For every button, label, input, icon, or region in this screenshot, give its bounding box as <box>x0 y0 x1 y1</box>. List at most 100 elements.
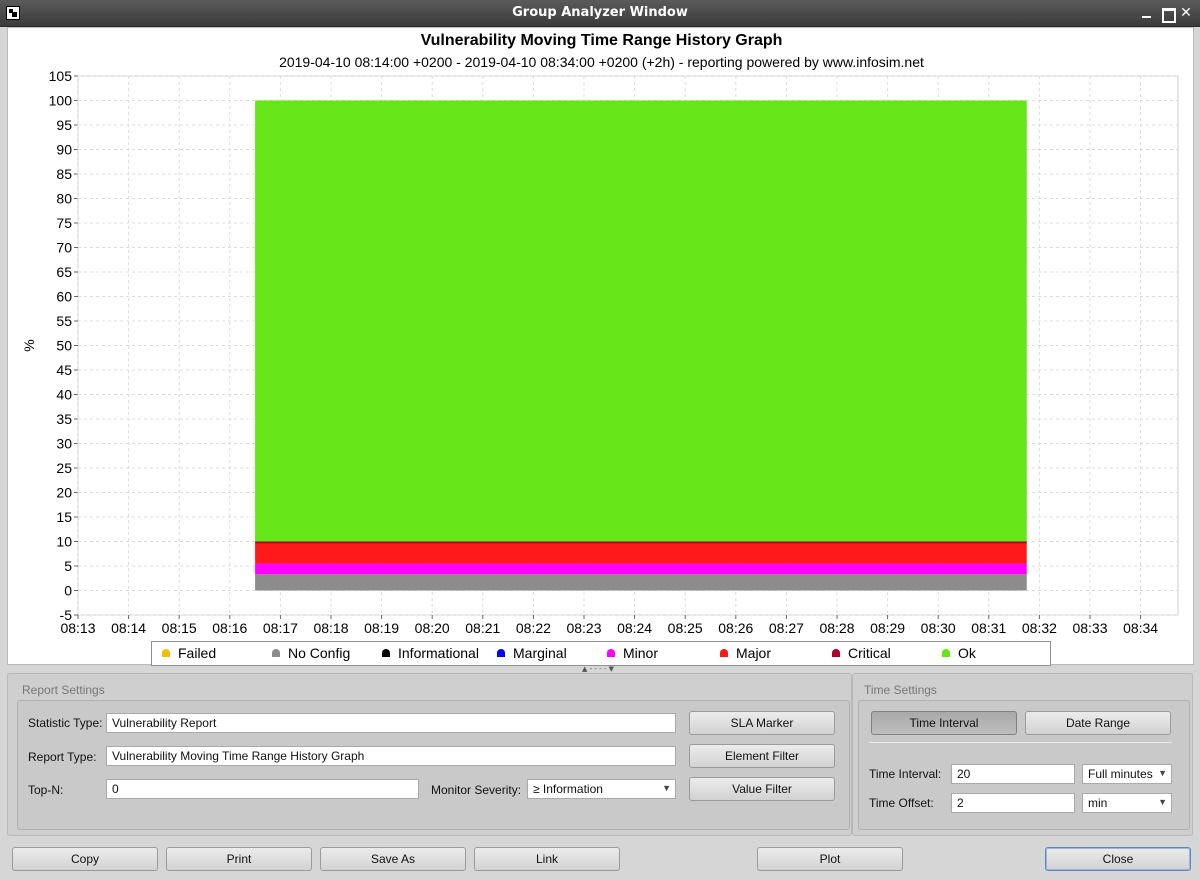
element-filter-button[interactable]: Element Filter <box>689 744 835 768</box>
close-button[interactable]: Close <box>1045 847 1191 871</box>
time-offset-label: Time Offset: <box>869 796 934 810</box>
y-tick-label: 95 <box>56 117 72 133</box>
value-filter-button[interactable]: Value Filter <box>689 777 835 801</box>
x-tick-label: 08:19 <box>364 620 399 636</box>
copy-button[interactable]: Copy <box>12 847 158 871</box>
chevron-down-icon: ▼ <box>662 783 671 793</box>
title-bar: Group Analyzer Window ✕ <box>0 0 1200 27</box>
legend-swatch <box>607 649 615 657</box>
monitor-severity-select[interactable]: ≥ Information ▼ <box>527 779 676 799</box>
legend-item-critical: Critical <box>832 645 891 661</box>
legend-label: Informational <box>398 645 479 661</box>
x-tick-label: 08:17 <box>263 620 298 636</box>
x-tick-label: 08:25 <box>668 620 703 636</box>
x-tick-label: 08:15 <box>162 620 197 636</box>
window-title: Group Analyzer Window <box>512 5 688 20</box>
close-icon[interactable]: ✕ <box>1178 5 1194 21</box>
time-offset-unit-select[interactable]: min ▼ <box>1082 793 1172 813</box>
area-major <box>255 543 1027 564</box>
maximize-icon[interactable] <box>1159 5 1176 23</box>
y-tick-label: 50 <box>56 338 72 354</box>
area-critical <box>255 541 1027 544</box>
y-tick-label: 80 <box>56 191 72 207</box>
x-tick-label: 08:26 <box>718 620 753 636</box>
time-offset-field[interactable]: 2 <box>951 793 1075 813</box>
legend-label: Marginal <box>513 645 567 661</box>
time-offset-unit-value: min <box>1088 796 1108 810</box>
legend-swatch <box>272 649 280 657</box>
plot-button[interactable]: Plot <box>757 847 903 871</box>
y-tick-label: 65 <box>56 264 72 280</box>
x-tick-label: 08:29 <box>870 620 905 636</box>
time-interval-label: Time Interval: <box>869 767 942 781</box>
legend-swatch <box>162 649 170 657</box>
legend-item-major: Major <box>720 645 771 661</box>
legend-swatch <box>382 649 390 657</box>
legend-item-marginal: Marginal <box>497 645 567 661</box>
legend-label: Failed <box>178 645 217 661</box>
y-tick-label: 5 <box>64 558 72 574</box>
legend-item-minor: Minor <box>607 645 658 661</box>
y-tick-label: 55 <box>56 313 72 329</box>
y-tick-label: 105 <box>49 68 73 84</box>
chart-plot: -505101520253035404550556065707580859095… <box>21 68 1179 636</box>
y-tick-label: 100 <box>49 93 73 109</box>
time-interval-unit-value: Full minutes <box>1088 767 1153 781</box>
y-tick-label: 20 <box>56 485 72 501</box>
legend-swatch <box>497 649 505 657</box>
x-tick-label: 08:23 <box>566 620 601 636</box>
legend-swatch <box>720 649 728 657</box>
tab-date-range[interactable]: Date Range <box>1025 711 1171 735</box>
y-tick-label: 10 <box>56 534 72 550</box>
sla-marker-button[interactable]: SLA Marker <box>689 711 835 735</box>
area-minor <box>255 563 1027 575</box>
legend-label: Minor <box>623 645 659 661</box>
chart-panel: Vulnerability Moving Time Range History … <box>7 27 1194 666</box>
area-no-config <box>255 574 1027 591</box>
report-type-label: Report Type: <box>28 750 97 764</box>
x-tick-label: 08:24 <box>617 620 652 636</box>
link-button[interactable]: Link <box>474 847 620 871</box>
y-tick-label: 75 <box>56 215 72 231</box>
tab-time-interval[interactable]: Time Interval <box>871 711 1017 735</box>
y-tick-label: 30 <box>56 436 72 452</box>
y-tick-label: 35 <box>56 411 72 427</box>
legend-item-ok: Ok <box>942 645 976 661</box>
x-tick-label: 08:33 <box>1072 620 1107 636</box>
x-tick-label: 08:27 <box>769 620 804 636</box>
legend-item-informational: Informational <box>382 645 479 661</box>
monitor-severity-label: Monitor Severity: <box>431 783 522 797</box>
y-axis-label: % <box>21 339 37 351</box>
chart-legend: Failed No Config Informational Marginal Mino… <box>151 641 1051 666</box>
legend-item-failed: Failed <box>162 645 216 661</box>
time-interval-field[interactable]: 20 <box>951 764 1075 784</box>
statistic-type-field[interactable]: Vulnerability Report <box>106 713 676 733</box>
x-tick-label: 08:34 <box>1123 620 1158 636</box>
monitor-severity-value: ≥ Information <box>533 782 603 796</box>
x-tick-label: 08:16 <box>212 620 247 636</box>
legend-label: No Config <box>288 645 351 661</box>
y-tick-label: 60 <box>56 289 72 305</box>
minimize-icon[interactable] <box>1139 5 1155 21</box>
x-tick-label: 08:30 <box>921 620 956 636</box>
y-tick-label: 90 <box>56 142 72 158</box>
area-ok <box>255 100 1027 542</box>
divider <box>869 742 1172 743</box>
time-interval-unit-select[interactable]: Full minutes ▼ <box>1082 764 1172 784</box>
x-tick-label: 08:22 <box>516 620 551 636</box>
top-n-field[interactable]: 0 <box>106 779 419 799</box>
y-tick-label: 40 <box>56 387 72 403</box>
legend-label: Ok <box>958 645 976 661</box>
x-tick-label: 08:31 <box>971 620 1006 636</box>
print-button[interactable]: Print <box>166 847 312 871</box>
y-tick-label: 70 <box>56 240 72 256</box>
report-type-field[interactable]: Vulnerability Moving Time Range History … <box>106 746 676 766</box>
legend-label: Critical <box>848 645 891 661</box>
save-as-button[interactable]: Save As <box>320 847 466 871</box>
splitter-handle[interactable]: ▲ - - - - ▼ <box>568 665 628 673</box>
top-n-label: Top-N: <box>28 783 64 797</box>
x-tick-label: 08:18 <box>313 620 348 636</box>
x-tick-label: 08:32 <box>1022 620 1057 636</box>
time-settings-label: Time Settings <box>864 683 937 697</box>
x-tick-label: 08:21 <box>465 620 500 636</box>
